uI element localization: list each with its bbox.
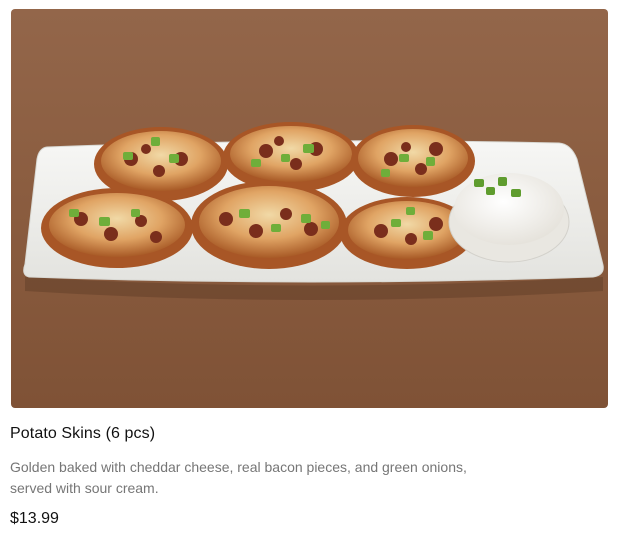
item-description: Golden baked with cheddar cheese, real b… (10, 459, 467, 496)
menu-item-card[interactable]: Potato Skins (6 pcs) Golden baked with c… (0, 0, 626, 535)
potato-skins-image (11, 9, 608, 408)
item-price: $13.99 (10, 510, 59, 527)
item-name: Potato Skins (6 pcs) (10, 425, 156, 442)
potato-skin-3 (351, 125, 475, 197)
sour-cream-cup (448, 173, 570, 263)
potato-skin-2 (223, 122, 359, 192)
item-photo[interactable] (11, 9, 608, 408)
potato-skin-4 (41, 188, 193, 268)
